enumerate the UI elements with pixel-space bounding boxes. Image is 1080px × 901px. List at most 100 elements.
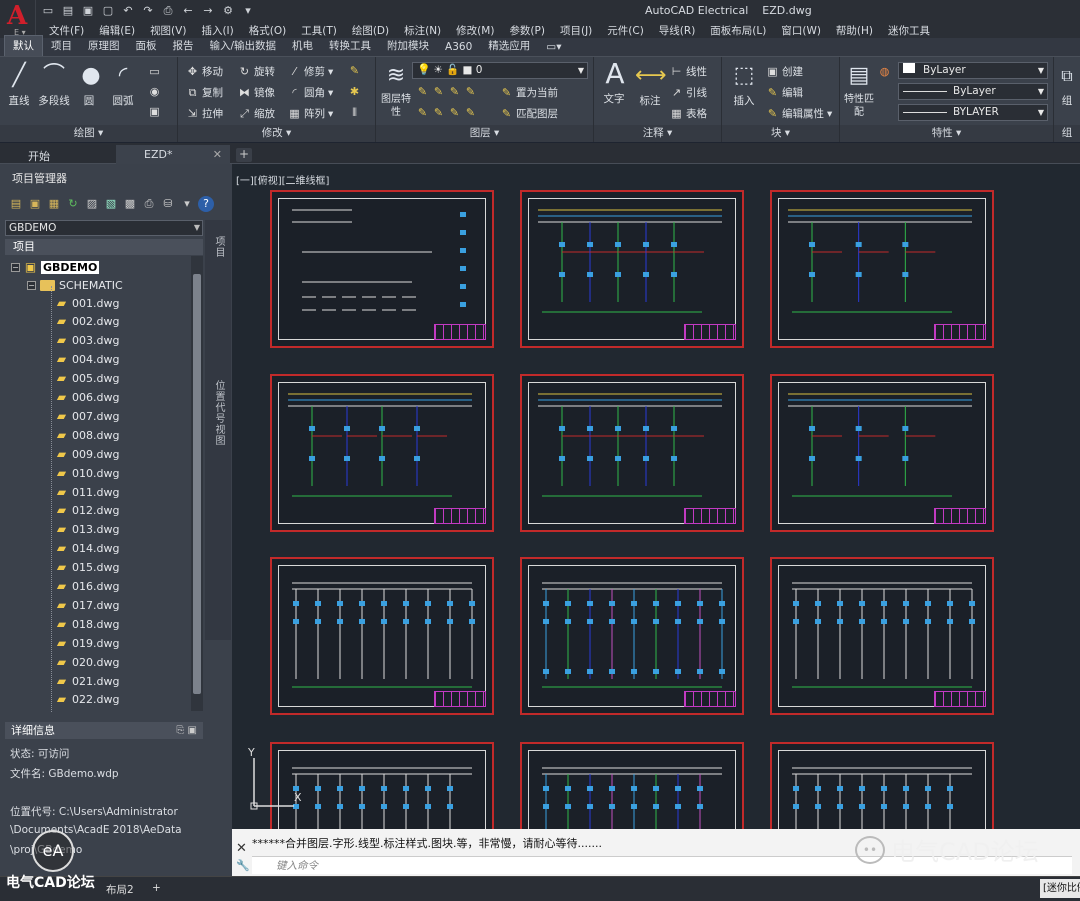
rectangle-button[interactable]: ▭ xyxy=(148,65,161,78)
tab-featured-apps[interactable]: 精选应用 xyxy=(480,36,538,56)
tree-scrollbar-thumb[interactable] xyxy=(193,274,201,694)
explode-button[interactable]: ✱ xyxy=(348,85,361,98)
arc-button[interactable]: ◜ 圆弧 xyxy=(108,61,138,108)
group-button[interactable]: ⧉ 组 xyxy=(1056,61,1078,108)
new-icon[interactable]: ▭ xyxy=(40,3,56,19)
tree-file-item[interactable]: ▰ 016.dwg xyxy=(55,578,120,596)
doc-tab-start[interactable]: 开始 xyxy=(0,145,114,164)
menu-wires[interactable]: 导线(R) xyxy=(652,22,704,38)
undo-icon[interactable]: ↶ xyxy=(120,3,136,19)
stretch-button[interactable]: ⇲ 拉伸 xyxy=(186,106,223,121)
group-panel-title[interactable]: 组 xyxy=(1054,125,1080,142)
tree-file-item[interactable]: ▰ 011.dwg xyxy=(55,483,120,501)
lineweight-dropdown[interactable]: BYLAYER ▼ xyxy=(898,104,1048,121)
drawing-sheet[interactable] xyxy=(270,742,494,829)
tree-file-item[interactable]: ▰ 004.dwg xyxy=(55,351,120,369)
tree-file-item[interactable]: ▰ 008.dwg xyxy=(55,426,120,444)
menu-components[interactable]: 元件(C) xyxy=(600,22,652,38)
tree-file-item[interactable]: ▰ 001.dwg xyxy=(55,294,120,312)
menu-panel-layout[interactable]: 面板布局(L) xyxy=(703,22,774,38)
tab-panel[interactable]: 面板 xyxy=(128,36,165,56)
tab-schematic[interactable]: 原理图 xyxy=(80,36,128,56)
collapse-icon[interactable]: − xyxy=(11,262,20,272)
mirror-button[interactable]: ⧓ 镜像 xyxy=(238,85,275,100)
drawing-canvas[interactable]: [一][俯视][二维线框] Y X xyxy=(232,164,1080,829)
drawing-sheet[interactable] xyxy=(520,190,744,348)
create-block-button[interactable]: ▣ 创建 xyxy=(766,64,803,79)
tree-file-item[interactable]: ▰ 005.dwg xyxy=(55,370,120,388)
tree-file-item[interactable]: ▰ 019.dwg xyxy=(55,634,120,652)
menu-help[interactable]: 帮助(H) xyxy=(829,22,881,38)
draw-panel-title[interactable]: 绘图 ▾ xyxy=(0,125,177,142)
boundary-button[interactable]: ▣ xyxy=(148,105,161,118)
tab-project[interactable]: 项目 xyxy=(43,36,80,56)
drawing-sheet[interactable] xyxy=(770,557,994,715)
open-project-icon[interactable]: ▤ xyxy=(8,196,24,212)
rotate-button[interactable]: ↻ 旋转 xyxy=(238,64,275,79)
drawing-sheet[interactable] xyxy=(520,374,744,532)
new-tab-button[interactable]: + xyxy=(236,148,252,162)
edit-block-button[interactable]: ✎ 编辑 xyxy=(766,85,803,100)
erase-button[interactable]: ✎ xyxy=(348,64,361,77)
new-project-icon[interactable]: ▣ xyxy=(27,196,43,212)
layer-dropdown[interactable]: 💡 ☀ 🔓 ■ 0 ▼ xyxy=(412,62,588,79)
plot-icon[interactable]: ⎙ xyxy=(160,3,176,19)
scale-button[interactable]: ⤢ 缩放 xyxy=(238,106,275,121)
close-icon[interactable]: ✕ xyxy=(236,841,247,856)
drawing-sheet[interactable] xyxy=(270,190,494,348)
share-icon[interactable]: ⚙ xyxy=(220,3,236,19)
layout-tab-2[interactable]: 布局2 xyxy=(100,880,140,898)
array-button[interactable]: ▦ 阵列 ▾ xyxy=(288,106,333,121)
archive-icon[interactable]: ⛁ xyxy=(160,196,176,212)
open-icon[interactable]: ▤ xyxy=(60,3,76,19)
drawing-sheet[interactable] xyxy=(270,557,494,715)
menu-mini-tools[interactable]: 迷你工具 xyxy=(881,22,938,38)
edit-attributes-button[interactable]: ✎ 编辑属性 ▾ xyxy=(766,106,832,121)
drawing-sheet[interactable] xyxy=(270,374,494,532)
tab-conversion-tools[interactable]: 转换工具 xyxy=(321,36,379,56)
text-button[interactable]: A 文字 xyxy=(600,59,628,106)
tree-file-item[interactable]: ▰ 018.dwg xyxy=(55,615,120,633)
doc-tab-ezd[interactable]: EZD* ✕ xyxy=(116,145,230,164)
set-current-button[interactable]: ✎ 置为当前 xyxy=(500,85,558,100)
layers-panel-title[interactable]: 图层 ▾ xyxy=(376,125,593,142)
viewport-controls[interactable]: [一][俯视][二维线框] xyxy=(236,172,329,187)
tab-import-export[interactable]: 输入/输出数据 xyxy=(202,36,285,56)
color-wheel-button[interactable]: ◍ xyxy=(878,65,891,78)
project-properties-icon[interactable]: ▧ xyxy=(103,196,119,212)
trim-button[interactable]: ⁄ 修剪 ▾ xyxy=(288,64,334,79)
details-toggle-icon[interactable]: ⎘ ▣ xyxy=(176,722,197,739)
menu-window[interactable]: 窗口(W) xyxy=(774,22,829,38)
linear-button[interactable]: ⊢ 线性 xyxy=(670,64,707,79)
plot-project-icon[interactable]: ⎙ xyxy=(141,196,157,212)
mini-scale-button[interactable]: [迷你比例] xyxy=(1040,879,1080,898)
collapse-icon[interactable]: − xyxy=(27,280,36,290)
modify-panel-title[interactable]: 修改 ▾ xyxy=(178,125,375,142)
drawing-sheet[interactable] xyxy=(770,374,994,532)
line-button[interactable]: ╱ 直线 xyxy=(4,61,34,108)
tree-file-item[interactable]: ▰ 022.dwg xyxy=(55,691,120,709)
polyline-button[interactable]: ⌒ 多段线 xyxy=(36,61,72,108)
match-layer-button[interactable]: ✎ 匹配图层 xyxy=(500,106,558,121)
application-menu-button[interactable]: A E ▾ xyxy=(0,0,36,38)
tree-file-item[interactable]: ▰ 010.dwg xyxy=(55,464,120,482)
drawing-sheet[interactable] xyxy=(520,742,744,829)
linetype-dropdown[interactable]: ByLayer ▼ xyxy=(898,83,1048,100)
redo-icon[interactable]: ↷ xyxy=(140,3,156,19)
tree-project-root[interactable]: − ▣ GBDEMO xyxy=(11,258,100,276)
tree-file-item[interactable]: ▰ 015.dwg xyxy=(55,559,120,577)
table-button[interactable]: ▦ 表格 xyxy=(670,106,707,121)
layer-tools-row1[interactable]: ✎ ✎ ✎ ✎ xyxy=(416,85,477,98)
close-icon[interactable]: ✕ xyxy=(213,148,222,161)
tree-file-item[interactable]: ▰ 017.dwg xyxy=(55,596,120,614)
tree-file-item[interactable]: ▰ 002.dwg xyxy=(55,313,120,331)
tab-home[interactable]: 默认 xyxy=(4,35,43,56)
toolbar-more-icon[interactable]: ▾ xyxy=(179,196,195,212)
saveas-icon[interactable]: ▢ xyxy=(100,3,116,19)
tab-a360[interactable]: A360 xyxy=(437,39,480,56)
insert-block-button[interactable]: ⬚ 插入 xyxy=(728,61,760,108)
copy-button[interactable]: ⧉ 复制 xyxy=(186,85,223,100)
layer-properties-button[interactable]: ≋ 图层特性 xyxy=(380,61,412,119)
save-icon[interactable]: ▣ xyxy=(80,3,96,19)
drawing-sheet[interactable] xyxy=(770,742,994,829)
